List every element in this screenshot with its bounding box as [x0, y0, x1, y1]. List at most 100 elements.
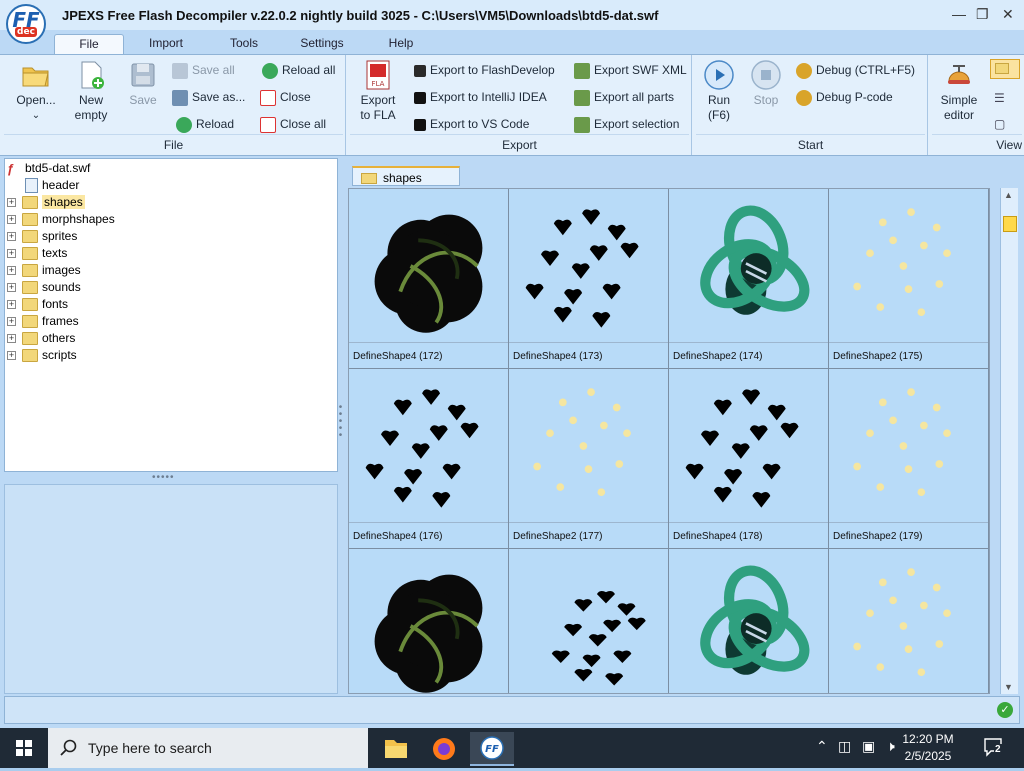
view-mode-button[interactable] [990, 59, 1020, 79]
scroll-down-icon[interactable]: ▼ [1004, 682, 1013, 692]
expand-icon[interactable]: + [7, 215, 16, 225]
export-selection-button[interactable]: Export selection [574, 115, 679, 133]
shape-thumbnail[interactable] [349, 549, 509, 693]
open-button[interactable]: Open... ⌄ [10, 59, 62, 123]
ffdec-logo[interactable]: FF dec [6, 4, 46, 44]
shape-preview [349, 189, 508, 343]
close-icon[interactable]: ✕ [1002, 6, 1014, 23]
export-fla-button[interactable]: FLA Export to FLA [354, 59, 402, 123]
firefox-icon[interactable] [422, 732, 466, 766]
simple-editor-button[interactable]: Simple editor [934, 59, 984, 123]
shape-thumbnail[interactable]: DefineShape2 (177) [509, 369, 669, 549]
minimize-icon[interactable]: — [952, 6, 966, 22]
shape-thumbnail[interactable]: DefineShape4 (176) [349, 369, 509, 549]
taskbar-search-box[interactable]: Type here to search [48, 728, 368, 768]
expand-icon[interactable]: + [7, 351, 16, 361]
close-button[interactable]: Close [260, 88, 311, 106]
tree-item-others[interactable]: + others [7, 330, 75, 347]
tree-item-shapes[interactable]: + shapes [7, 194, 85, 211]
shape-thumbnail[interactable]: DefineShape4 (173) [509, 189, 669, 369]
vertical-scrollbar[interactable]: ▲ ▼ [1000, 188, 1018, 694]
list-view-icon[interactable]: ☰ [994, 91, 1005, 105]
export-swf-xml-button[interactable]: Export SWF XML [574, 61, 687, 79]
shape-thumbnail[interactable]: DefineShape4 (178) [669, 369, 829, 549]
tree-item-scripts[interactable]: + scripts [7, 347, 77, 364]
close-all-button[interactable]: Close all [260, 115, 326, 133]
reload-all-button[interactable]: Reload all [262, 61, 335, 79]
app-window: FF dec JPEXS Free Flash Decompiler v.22.… [0, 0, 1024, 728]
security-icon[interactable]: ◫ [838, 738, 851, 755]
status-ok-icon[interactable]: ✓ [997, 702, 1013, 718]
shape-thumbnail[interactable] [509, 549, 669, 693]
tree-item-header[interactable]: header [25, 177, 79, 194]
shape-thumbnail[interactable]: DefineShape4 (172) [349, 189, 509, 369]
show-hidden-icons-icon[interactable]: ⌃ [816, 738, 828, 755]
expand-icon[interactable]: + [7, 300, 16, 310]
tree-item-sounds[interactable]: + sounds [7, 279, 81, 296]
new-empty-button[interactable]: New empty [66, 59, 116, 123]
save-button[interactable]: Save [120, 59, 166, 108]
debug-button[interactable]: Debug (CTRL+F5) [796, 61, 915, 79]
chevron-down-icon[interactable]: ⌄ [10, 108, 62, 123]
file-explorer-icon[interactable] [374, 732, 418, 766]
shape-preview-graphic [685, 389, 799, 508]
tab-settings[interactable]: Settings [288, 34, 356, 54]
expand-icon[interactable]: + [7, 283, 16, 293]
scrollbar-thumb[interactable] [1003, 216, 1017, 232]
swf-tree[interactable]: ƒ btd5-dat.swf header + shapes + morphshape… [4, 158, 338, 472]
run-button[interactable]: Run (F6) [700, 59, 738, 123]
horizontal-splitter-handle[interactable]: ••••• [152, 472, 175, 483]
shape-thumbnail[interactable] [669, 549, 829, 693]
volume-muted-icon[interactable]: 🕨 [886, 738, 895, 755]
shape-preview [509, 549, 668, 693]
shape-thumbnail[interactable] [829, 549, 989, 693]
debug-pcode-button[interactable]: Debug P-code [796, 88, 893, 106]
notification-count: 2 [994, 744, 1002, 755]
start-button[interactable] [0, 728, 48, 768]
tree-root[interactable]: ƒ btd5-dat.swf [7, 160, 90, 177]
tree-item-morphshapes[interactable]: + morphshapes [7, 211, 115, 228]
export-intellij-label: Export to IntelliJ IDEA [430, 90, 547, 104]
tree-item-sprites[interactable]: + sprites [7, 228, 77, 245]
notifications-icon[interactable]: 2 [982, 736, 1006, 758]
vertical-splitter-handle[interactable]: • • • • • [338, 403, 344, 441]
expand-icon[interactable]: + [7, 198, 16, 208]
save-as-button[interactable]: Save as... [172, 88, 245, 106]
export-all-parts-button[interactable]: Export all parts [574, 88, 674, 106]
tab-shapes[interactable]: shapes [352, 166, 460, 186]
taskbar-clock[interactable]: 12:20 PM 2/5/2025 [896, 731, 960, 765]
reload-button[interactable]: Reload [176, 115, 234, 133]
hex-view-icon[interactable]: ▢ [994, 117, 1005, 131]
export-intellij-button[interactable]: Export to IntelliJ IDEA [414, 88, 547, 106]
tab-tools[interactable]: Tools [214, 34, 274, 54]
expand-icon[interactable]: + [7, 334, 16, 344]
tab-help[interactable]: Help [372, 34, 430, 54]
scroll-up-icon[interactable]: ▲ [1004, 190, 1013, 200]
shape-thumbnail[interactable]: DefineShape2 (174) [669, 189, 829, 369]
restore-icon[interactable]: ❐ [976, 6, 989, 23]
tree-item-images[interactable]: + images [7, 262, 81, 279]
tree-item-texts[interactable]: + texts [7, 245, 67, 262]
folder-icon [22, 349, 38, 363]
tab-import[interactable]: Import [136, 34, 196, 54]
export-vscode-button[interactable]: Export to VS Code [414, 115, 529, 133]
expand-icon[interactable]: + [7, 232, 16, 242]
tab-file[interactable]: File [54, 34, 124, 54]
ffdec-taskbar-icon[interactable]: FF [470, 732, 514, 766]
expand-icon[interactable]: + [7, 266, 16, 276]
tree-item-frames[interactable]: + frames [7, 313, 79, 330]
expand-icon[interactable]: + [7, 317, 16, 327]
export-flashdevelop-button[interactable]: Export to FlashDevelop [414, 61, 555, 79]
network-icon[interactable]: ▣ [862, 738, 875, 755]
reload-all-label: Reload all [282, 63, 336, 77]
save-all-button[interactable]: Save all [172, 61, 235, 79]
new-empty-label: New empty [74, 93, 108, 122]
shape-preview-graphic [533, 388, 631, 497]
swf-xml-icon [574, 62, 590, 79]
expand-icon[interactable]: + [7, 249, 16, 259]
tree-root-label: btd5-dat.swf [25, 161, 91, 175]
tree-item-fonts[interactable]: + fonts [7, 296, 68, 313]
stop-button[interactable]: Stop [746, 59, 786, 108]
shape-thumbnail[interactable]: DefineShape2 (179) [829, 369, 989, 549]
shape-thumbnail[interactable]: DefineShape2 (175) [829, 189, 989, 369]
